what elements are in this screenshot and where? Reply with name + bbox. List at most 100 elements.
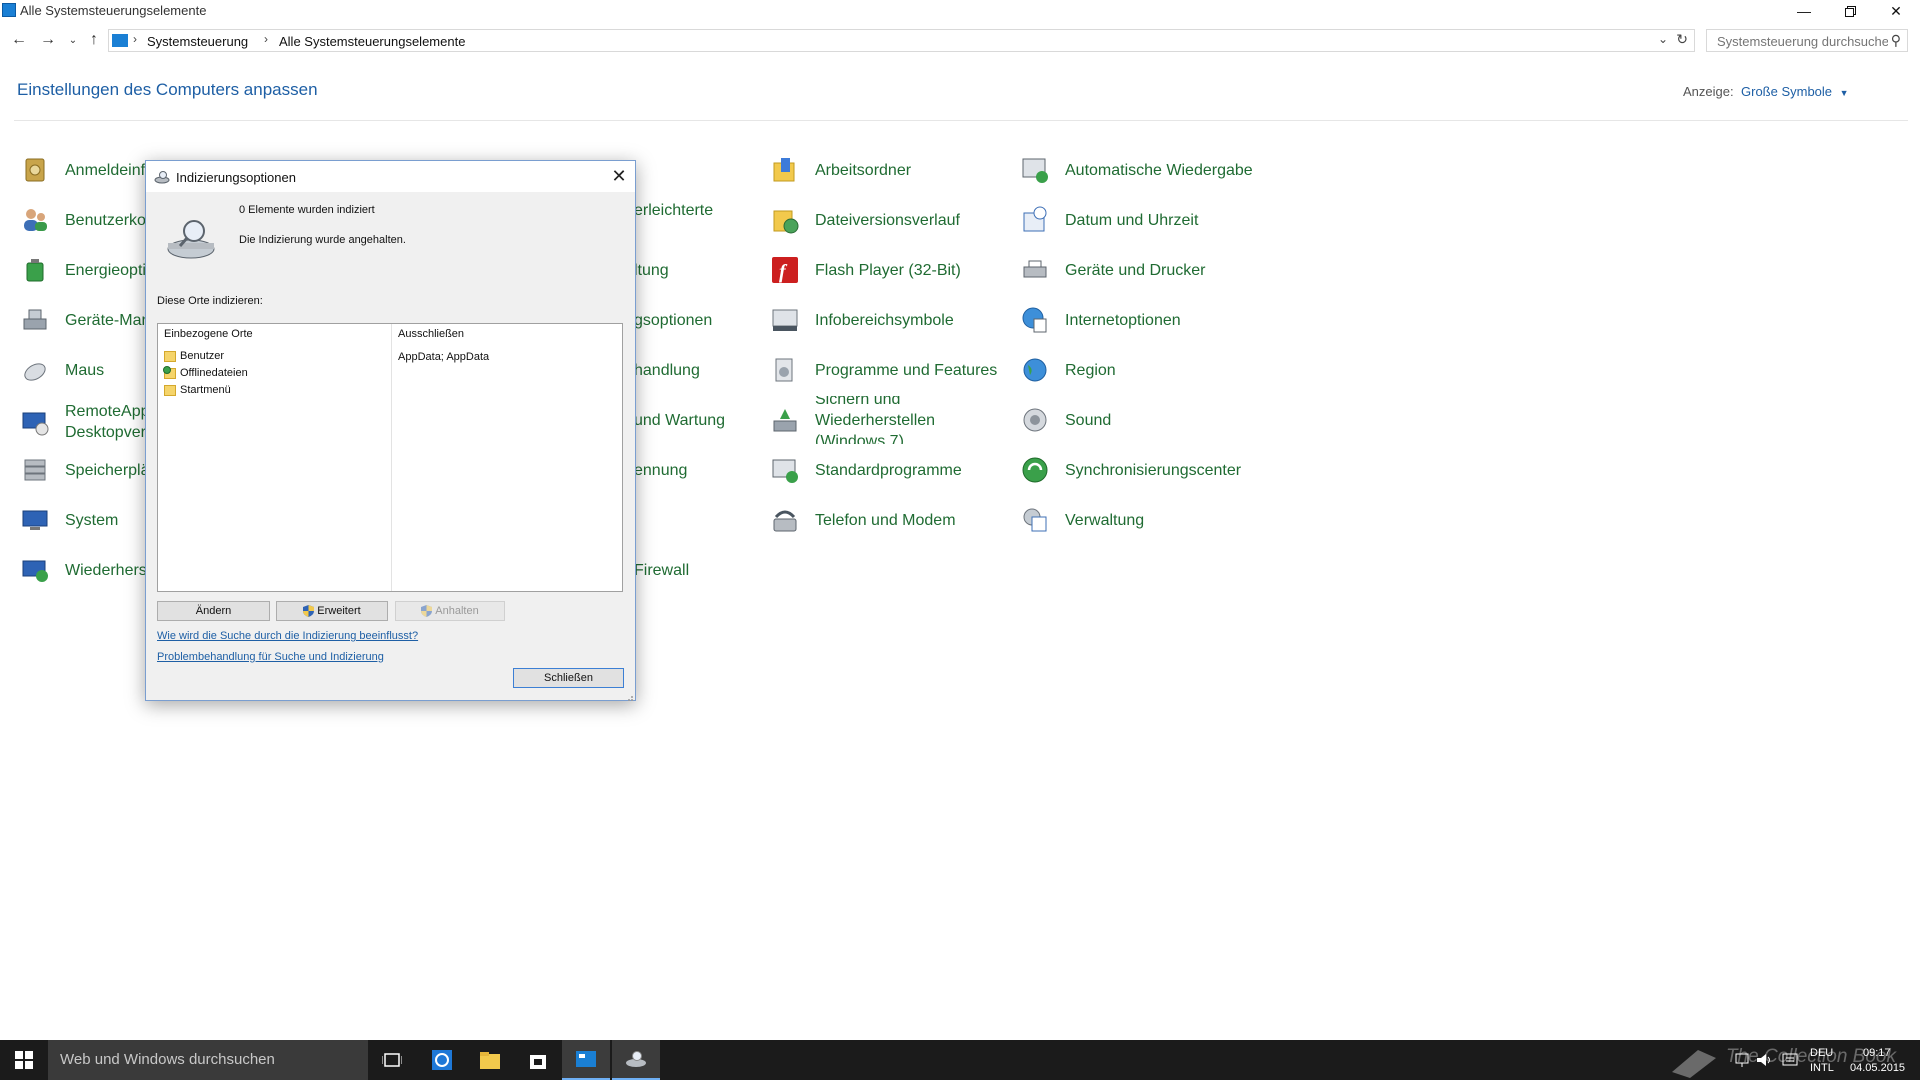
restore-icon xyxy=(1844,5,1856,17)
remoteapp-icon xyxy=(20,407,50,437)
network-icon[interactable] xyxy=(1734,1052,1750,1073)
breadcrumb-separator-icon[interactable]: › xyxy=(264,32,268,46)
breadcrumb-systemsteuerung[interactable]: Systemsteuerung xyxy=(147,34,248,49)
search-input[interactable] xyxy=(1715,31,1890,51)
cp-item-datum-und-uhrzeit[interactable]: Datum und Uhrzeit xyxy=(1020,200,1198,240)
cp-item-spracherkennung[interactable]: ennung xyxy=(634,450,687,490)
cp-item-arbeitsordner[interactable]: Arbeitsordner xyxy=(770,150,911,190)
cp-item-geraete-manager[interactable]: Geräte-Man xyxy=(20,300,150,340)
action-center-icon[interactable] xyxy=(1782,1052,1798,1073)
cp-item-automatische-wiedergabe[interactable]: Automatische Wiedergabe xyxy=(1020,150,1253,190)
cp-item-label: Firewall xyxy=(634,561,690,579)
date-time-icon xyxy=(1020,205,1050,235)
close-dialog-button[interactable]: Schließen xyxy=(513,668,624,688)
breadcrumb-alle-elemente[interactable]: Alle Systemsteuerungselemente xyxy=(279,34,465,49)
file-explorer-icon[interactable] xyxy=(466,1040,514,1080)
view-mode-dropdown[interactable]: Große Symbole ▼ xyxy=(1741,84,1849,99)
cp-item-benutzerkonten[interactable]: Benutzerkon xyxy=(20,200,155,240)
cp-item-internetoptionen[interactable]: Internetoptionen xyxy=(1020,300,1181,340)
location-row[interactable]: Benutzer xyxy=(164,348,224,364)
location-row[interactable]: Startmenü xyxy=(164,382,231,398)
cp-item-verwaltung[interactable]: Verwaltung xyxy=(1020,500,1144,540)
volume-icon[interactable] xyxy=(1756,1052,1774,1073)
address-bar[interactable]: › Systemsteuerung › Alle Systemsteuerung… xyxy=(108,29,1695,52)
cp-item-energieoptionen[interactable]: Energieoptic xyxy=(20,250,154,290)
location-name: Benutzer xyxy=(180,350,225,362)
cp-item-remoteapp[interactable]: RemoteApp Desktopverb xyxy=(20,400,155,444)
column-header-excluded[interactable]: Ausschließen xyxy=(398,328,464,340)
cp-item-system[interactable]: System xyxy=(20,500,118,540)
taskbar-search[interactable]: Web und Windows durchsuchen xyxy=(48,1040,368,1080)
store-icon[interactable] xyxy=(514,1040,562,1080)
restore-button[interactable] xyxy=(1827,0,1873,22)
offline-files-icon xyxy=(163,365,176,379)
forward-arrow-icon[interactable]: → xyxy=(37,27,59,53)
cp-item-label: Automatische Wiedergabe xyxy=(1065,161,1253,179)
dialog-titlebar[interactable]: Indizierungsoptionen ✕ xyxy=(146,161,635,192)
troubleshoot-indexing-link[interactable]: Problembehandlung für Suche und Indizier… xyxy=(157,651,384,663)
cp-item-wiederherstellung[interactable]: Wiederherst xyxy=(20,550,151,590)
cp-item-problembehandlung[interactable]: handlung xyxy=(634,350,700,390)
internet-options-icon xyxy=(1020,305,1050,335)
cp-item-windows-firewall[interactable]: Firewall xyxy=(634,550,689,590)
cp-item-synchronisierungscenter[interactable]: Synchronisierungscenter xyxy=(1020,450,1241,490)
cp-item-indizierungsoptionen[interactable]: gsoptionen xyxy=(634,300,712,340)
cp-item-center-erleichterte-bedienung[interactable]: erleichterte xyxy=(634,190,713,230)
clock-date[interactable]: 04.05.2015 xyxy=(1850,1062,1905,1074)
search-icon[interactable]: ⚲ xyxy=(1891,32,1901,49)
cp-item-sicherheit-und-wartung[interactable]: und Wartung xyxy=(634,400,725,440)
start-button[interactable] xyxy=(0,1040,48,1080)
user-accounts-icon xyxy=(20,205,50,235)
back-arrow-icon[interactable]: ← xyxy=(8,27,30,53)
input-language-bottom[interactable]: INTL xyxy=(1810,1062,1834,1074)
close-window-button[interactable]: ✕ xyxy=(1873,0,1919,22)
recent-locations-chevron-icon[interactable]: ⌄ xyxy=(62,27,84,53)
page-title: Einstellungen des Computers anpassen xyxy=(17,80,318,99)
recovery-icon xyxy=(20,555,50,585)
clock-time[interactable]: 09:17 xyxy=(1863,1047,1891,1059)
flash-player-icon: f xyxy=(770,255,800,285)
cp-item-label: Benutzerkon xyxy=(65,211,155,229)
cp-item-flash-player[interactable]: f Flash Player (32-Bit) xyxy=(770,250,961,290)
cp-item-geraete-und-drucker[interactable]: Geräte und Drucker xyxy=(1020,250,1206,290)
resize-grip-icon[interactable] xyxy=(624,689,634,701)
location-row[interactable]: Offlinedateien xyxy=(163,365,248,381)
cp-item-dateiversionsverlauf[interactable]: Dateiversionsverlauf xyxy=(770,200,960,240)
minimize-button[interactable]: — xyxy=(1781,0,1827,22)
cp-item-programme-und-features[interactable]: Programme und Features xyxy=(770,350,997,390)
divider xyxy=(14,120,1908,121)
advanced-button[interactable]: Erweitert xyxy=(276,601,388,621)
cp-item-telefon-und-modem[interactable]: Telefon und Modem xyxy=(770,500,956,540)
task-view-icon[interactable] xyxy=(368,1040,416,1080)
sync-center-icon xyxy=(1020,455,1050,485)
breadcrumb-separator-icon[interactable]: › xyxy=(133,32,137,46)
indexing-drive-icon xyxy=(166,215,216,261)
input-language-top[interactable]: DEU xyxy=(1810,1047,1833,1059)
cp-item-anmeldeinformationen[interactable]: Anmeldeinf xyxy=(20,150,145,190)
cp-item-standardprogramme[interactable]: Standardprogramme xyxy=(770,450,962,490)
cp-item-sichern-und-wiederherstellen[interactable]: Sichern und Wiederherstellen (Windows 7) xyxy=(770,396,975,444)
cp-item-farbverwaltung[interactable]: ltung xyxy=(634,250,669,290)
column-header-included[interactable]: Einbezogene Orte xyxy=(164,328,253,340)
indexed-locations-list[interactable]: Einbezogene Orte Ausschließen Benutzer A… xyxy=(157,323,623,592)
cp-item-maus[interactable]: Maus xyxy=(20,350,104,390)
control-panel-taskbar-icon[interactable] xyxy=(562,1040,610,1080)
cp-item-label: RemoteApp Desktopverb xyxy=(65,403,155,441)
cp-item-infobereichsymbole[interactable]: Infobereichsymbole xyxy=(770,300,954,340)
refresh-icon[interactable]: ↻ xyxy=(1676,31,1688,48)
indexing-taskbar-icon[interactable] xyxy=(612,1040,660,1080)
folder-icon xyxy=(164,384,176,396)
change-button[interactable]: Ändern xyxy=(157,601,270,621)
close-icon[interactable]: ✕ xyxy=(606,164,632,188)
search-indexing-help-link[interactable]: Wie wird die Suche durch die Indizierung… xyxy=(157,630,418,642)
cp-item-sound[interactable]: Sound xyxy=(1020,400,1111,440)
devices-printers-icon xyxy=(1020,255,1050,285)
up-arrow-icon[interactable]: ↑ xyxy=(83,27,105,53)
search-box[interactable]: ⚲ xyxy=(1706,29,1908,52)
cp-item-label: Internetoptionen xyxy=(1065,311,1181,329)
chevron-down-icon[interactable]: ⌄ xyxy=(1658,32,1668,46)
cp-item-region[interactable]: Region xyxy=(1020,350,1116,390)
cp-item-speicherplaetze[interactable]: Speicherplä xyxy=(20,450,150,490)
browser-icon[interactable] xyxy=(418,1040,466,1080)
cp-item-label: Datum und Uhrzeit xyxy=(1065,211,1199,229)
